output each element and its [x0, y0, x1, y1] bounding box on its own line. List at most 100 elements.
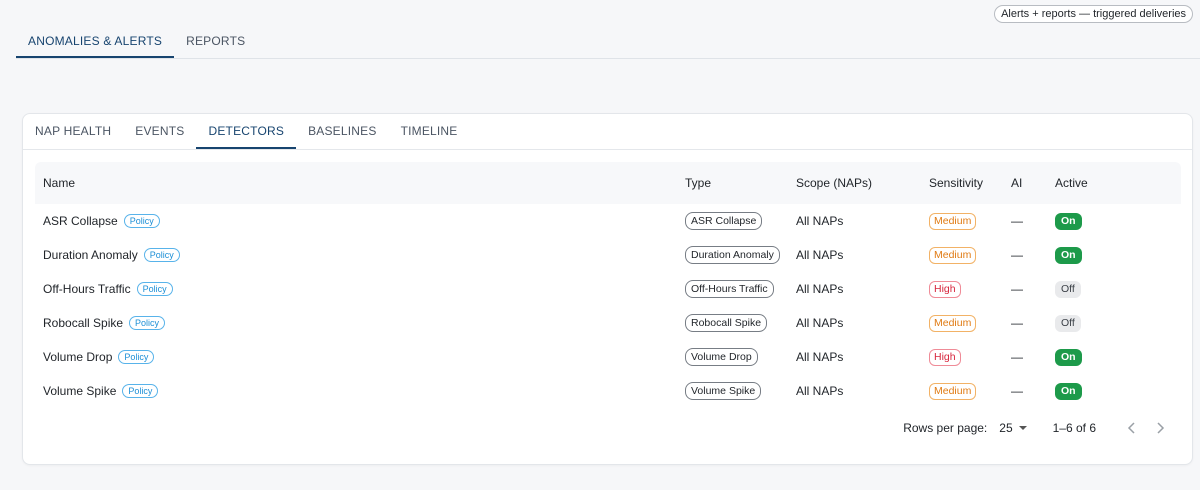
policy-badge: Policy	[143, 248, 180, 262]
detectors-card: NAP HEALTH EVENTS DETECTORS BASELINES TI…	[22, 113, 1193, 465]
prev-page-button[interactable]	[1118, 414, 1146, 442]
rows-per-page-value: 25	[999, 421, 1013, 435]
type-cell: Robocall Spike	[685, 306, 768, 340]
tab-reports[interactable]: REPORTS	[174, 27, 257, 58]
active-cell: On	[1055, 340, 1082, 374]
rows-per-page-label: Rows per page:	[903, 421, 988, 435]
column-header-sensitivity[interactable]: Sensitivity	[929, 162, 983, 204]
table-row[interactable]: Off-Hours Traffic Policy Off-Hours Traffic…	[35, 272, 1181, 306]
sensitivity-chip: Medium	[929, 314, 977, 332]
caret-down-icon	[1018, 426, 1027, 430]
scope-cell: All NAPs	[796, 350, 844, 364]
detector-name[interactable]: Volume Drop	[43, 350, 112, 364]
ai-cell: —	[1011, 214, 1023, 228]
type-chip: Off-Hours Traffic	[685, 280, 774, 298]
rows-per-page-select[interactable]: 25	[999, 421, 1027, 435]
detector-name[interactable]: ASR Collapse	[43, 214, 118, 228]
pagination: Rows per page: 25 1–6 of 6	[903, 414, 1174, 442]
table-row[interactable]: Robocall Spike Policy Robocall Spike All NA…	[35, 306, 1181, 340]
type-cell: ASR Collapse	[685, 204, 763, 238]
tab-anomalies-alerts[interactable]: ANOMALIES & ALERTS	[16, 27, 175, 58]
policy-badge: Policy	[118, 350, 155, 364]
tab-events[interactable]: EVENTS	[123, 114, 196, 149]
table-row[interactable]: Volume Drop Policy Volume Drop All NAPs High…	[35, 340, 1181, 374]
scope-cell: All NAPs	[796, 214, 844, 228]
tab-timeline[interactable]: TIMELINE	[389, 114, 470, 149]
scope-cell: All NAPs	[796, 282, 844, 296]
policy-badge: Policy	[122, 384, 159, 398]
active-toggle[interactable]: On	[1055, 212, 1082, 230]
pagination-range: 1–6 of 6	[1052, 421, 1096, 435]
sensitivity-cell: Medium	[929, 238, 977, 272]
top-tabs: ANOMALIES & ALERTS REPORTS	[16, 27, 1200, 59]
column-header-active[interactable]: Active	[1055, 162, 1088, 204]
detector-name[interactable]: Off-Hours Traffic	[43, 282, 131, 296]
active-toggle[interactable]: On	[1055, 348, 1082, 366]
active-cell: On	[1055, 204, 1082, 238]
scope-cell: All NAPs	[796, 316, 844, 330]
sensitivity-cell: High	[929, 340, 961, 374]
table-row[interactable]: ASR Collapse Policy ASR Collapse All NAPs Me…	[35, 204, 1181, 238]
table-header: Name Type Scope (NAPs) Sensitivity AI Ac…	[35, 162, 1181, 204]
active-cell: Off	[1055, 306, 1081, 340]
scope-cell: All NAPs	[796, 384, 844, 398]
column-header-ai[interactable]: AI	[1011, 162, 1022, 204]
chevron-left-icon	[1127, 422, 1135, 434]
scope-cell: All NAPs	[796, 248, 844, 262]
table-row[interactable]: Duration Anomaly Policy Duration Anomaly Al…	[35, 238, 1181, 272]
type-cell: Duration Anomaly	[685, 238, 780, 272]
detector-name-cell: Volume Drop Policy	[43, 340, 155, 374]
sensitivity-chip: Medium	[929, 382, 977, 400]
column-header-scope[interactable]: Scope (NAPs)	[796, 162, 872, 204]
column-header-type[interactable]: Type	[685, 162, 711, 204]
detector-name-cell: Off-Hours Traffic Policy	[43, 272, 173, 306]
active-cell: On	[1055, 238, 1082, 272]
active-toggle[interactable]: Off	[1055, 314, 1081, 332]
sensitivity-chip: Medium	[929, 212, 977, 230]
table-body: ASR Collapse Policy ASR Collapse All NAPs Me…	[35, 204, 1181, 408]
active-toggle[interactable]: On	[1055, 246, 1082, 264]
sensitivity-chip: Medium	[929, 246, 977, 264]
active-cell: Off	[1055, 272, 1081, 306]
type-cell: Volume Spike	[685, 374, 762, 408]
detector-name[interactable]: Volume Spike	[43, 384, 116, 398]
type-cell: Volume Drop	[685, 340, 758, 374]
tab-baselines[interactable]: BASELINES	[296, 114, 389, 149]
detector-name-cell: Robocall Spike Policy	[43, 306, 166, 340]
type-chip: Volume Spike	[685, 382, 762, 400]
policy-badge: Policy	[129, 316, 166, 330]
detector-name-cell: Volume Spike Policy	[43, 374, 159, 408]
chevron-right-icon	[1157, 422, 1165, 434]
detectors-table: Name Type Scope (NAPs) Sensitivity AI Ac…	[35, 162, 1181, 408]
sensitivity-chip: High	[929, 348, 961, 366]
deliveries-chip[interactable]: Alerts + reports — triggered deliveries	[994, 5, 1193, 23]
type-chip: ASR Collapse	[685, 212, 763, 230]
next-page-button[interactable]	[1146, 414, 1174, 442]
type-cell: Off-Hours Traffic	[685, 272, 774, 306]
sub-tabs: NAP HEALTH EVENTS DETECTORS BASELINES TI…	[23, 114, 1192, 150]
active-toggle[interactable]: Off	[1055, 280, 1081, 298]
sensitivity-cell: Medium	[929, 204, 977, 238]
detector-name[interactable]: Robocall Spike	[43, 316, 123, 330]
tab-detectors[interactable]: DETECTORS	[196, 114, 297, 149]
sensitivity-cell: Medium	[929, 306, 977, 340]
detector-name[interactable]: Duration Anomaly	[43, 248, 138, 262]
type-chip: Duration Anomaly	[685, 246, 780, 264]
ai-cell: —	[1011, 248, 1023, 262]
ai-cell: —	[1011, 384, 1023, 398]
table-row[interactable]: Volume Spike Policy Volume Spike All NAPs Me…	[35, 374, 1181, 408]
ai-cell: —	[1011, 350, 1023, 364]
type-chip: Robocall Spike	[685, 314, 768, 332]
active-toggle[interactable]: On	[1055, 382, 1082, 400]
detector-name-cell: Duration Anomaly Policy	[43, 238, 180, 272]
detector-name-cell: ASR Collapse Policy	[43, 204, 160, 238]
policy-badge: Policy	[123, 214, 160, 228]
active-cell: On	[1055, 374, 1082, 408]
ai-cell: —	[1011, 282, 1023, 296]
policy-badge: Policy	[136, 282, 173, 296]
column-header-name[interactable]: Name	[43, 162, 75, 204]
tab-nap-health[interactable]: NAP HEALTH	[23, 114, 123, 149]
ai-cell: —	[1011, 316, 1023, 330]
sensitivity-cell: Medium	[929, 374, 977, 408]
sensitivity-chip: High	[929, 280, 961, 298]
